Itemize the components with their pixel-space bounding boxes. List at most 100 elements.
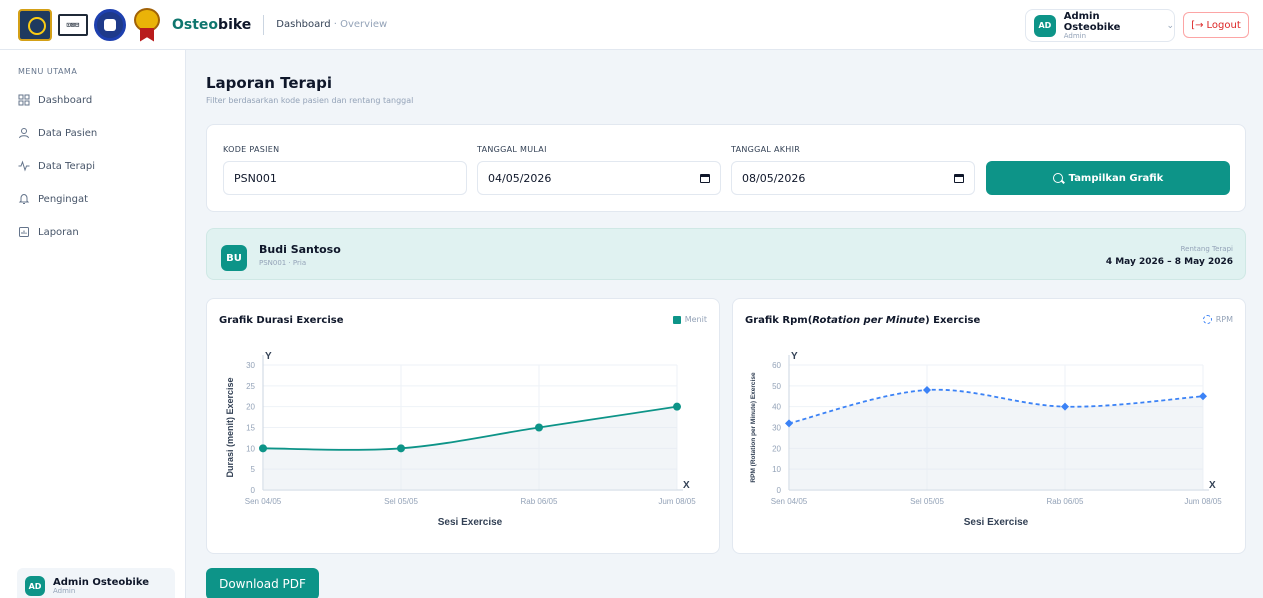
brand-name[interactable]: Osteobike <box>172 17 251 33</box>
calendar-icon[interactable] <box>700 174 710 183</box>
start-date-value: 04/05/2026 <box>488 171 552 185</box>
logout-label: Logout <box>1206 19 1241 31</box>
user-role: Admin <box>1063 31 1087 40</box>
sidebar-item-label: Dashboard <box>38 94 93 106</box>
chevron-down-icon: ⌄ <box>1166 20 1174 31</box>
user-role: Admin <box>53 586 76 595</box>
logout-button[interactable]: [→ Logout <box>1183 12 1249 38</box>
y-tick-label: 10 <box>772 465 781 474</box>
x-axis-title: Sesi Exercise <box>438 517 503 528</box>
y-tick-label: 0 <box>251 486 256 495</box>
y-tick-label: 30 <box>246 361 255 370</box>
y-tick-label: 30 <box>772 424 781 433</box>
avatar: AD <box>25 576 45 596</box>
sidebar: MENU UTAMA Dashboard Data Pasien Data Te… <box>0 50 186 598</box>
y-axis-letter: Y <box>265 351 272 362</box>
osteobike-logo <box>18 8 52 41</box>
rpm-line-chart: 0 10 20 30 40 50 60 Sen 04/05 Sel 05/05 Rab 06/05… <box>750 351 1222 528</box>
x-tick-label: Sel 05/05 <box>384 497 418 506</box>
filter-card: KODE PASIEN PSN001 TANGGAL MULAI 04/05/2… <box>206 124 1246 212</box>
sidebar-item-dashboard[interactable]: Dashboard <box>18 92 92 108</box>
x-tick-label: Sen 04/05 <box>771 497 808 506</box>
start-date-label: TANGGAL MULAI <box>477 145 547 154</box>
y-tick-label: 20 <box>246 403 255 412</box>
brand-bike: bike <box>218 16 252 33</box>
data-point <box>259 444 267 453</box>
breadcrumb: Dashboard · Overview <box>276 19 387 30</box>
header-divider <box>263 14 265 35</box>
therapy-range-value: 4 May 2026 – 8 May 2026 <box>1105 257 1233 267</box>
x-tick-label: Rab 06/05 <box>521 497 558 506</box>
user-icon <box>18 127 30 139</box>
x-axis-letter: X <box>683 480 690 491</box>
top-header: ⊡⊠⊟ Osteobike Dashboard · Overview AD Ad… <box>0 0 1263 50</box>
end-date-label: TANGGAL AKHIR <box>731 145 801 154</box>
x-tick-label: Sel 05/05 <box>910 497 944 506</box>
medal-logo <box>132 7 162 42</box>
y-axis-letter: Y <box>791 351 798 362</box>
sidebar-item-label: Data Pasien <box>38 127 98 139</box>
sidebar-item-data-pasien[interactable]: Data Pasien <box>18 125 97 141</box>
user-menu[interactable]: AD Admin Osteobike Admin ⌄ <box>1025 9 1175 42</box>
y-tick-label: 20 <box>772 444 781 453</box>
x-axis-title: Sesi Exercise <box>964 517 1029 528</box>
user-name: Admin Osteobike <box>1063 10 1121 33</box>
x-tick-label: Jum 08/05 <box>1184 497 1222 506</box>
sidebar-item-pengingat[interactable]: Pengingat <box>18 191 88 207</box>
sidebar-item-data-terapi[interactable]: Data Terapi <box>18 158 95 174</box>
calendar-icon[interactable] <box>954 174 964 183</box>
patient-name: Budi Santoso <box>259 243 341 256</box>
y-axis-title: RPM (Rotation per Minute) Exercise <box>750 372 757 483</box>
y-tick-label: 10 <box>246 444 255 453</box>
show-chart-button[interactable]: Tampilkan Grafik <box>986 161 1230 195</box>
patient-avatar: BU <box>221 245 247 271</box>
activity-icon <box>18 160 30 172</box>
avatar: AD <box>1034 14 1056 37</box>
patient-code-input[interactable]: PSN001 <box>223 161 467 195</box>
x-tick-label: Jum 08/05 <box>658 497 696 506</box>
y-tick-label: 0 <box>777 486 782 495</box>
patient-meta: PSN001 · Pria <box>259 259 307 267</box>
y-tick-label: 40 <box>772 403 781 412</box>
logout-icon: [→ <box>1191 19 1204 31</box>
breadcrumb-main[interactable]: Dashboard <box>276 19 330 30</box>
page-subtitle: Filter berdasarkan kode pasien dan renta… <box>206 96 414 105</box>
menu-section-title: MENU UTAMA <box>18 67 78 76</box>
end-date-value: 08/05/2026 <box>742 171 806 185</box>
sidebar-user-card[interactable]: AD Admin Osteobike Admin <box>17 568 175 598</box>
y-tick-label: 50 <box>772 382 781 391</box>
sidebar-item-label: Data Terapi <box>38 160 95 172</box>
download-pdf-button[interactable]: Download PDF <box>206 568 319 598</box>
breadcrumb-sub: · Overview <box>333 19 388 30</box>
grid-icon <box>18 94 30 106</box>
report-icon <box>18 226 30 238</box>
page-title: Laporan Terapi <box>206 74 332 92</box>
y-tick-label: 5 <box>251 465 256 474</box>
patient-code-value: PSN001 <box>234 171 277 185</box>
patient-summary-card: BU Budi Santoso PSN001 · Pria Rentang Te… <box>206 228 1246 280</box>
x-tick-label: Sen 04/05 <box>245 497 282 506</box>
y-tick-label: 60 <box>772 361 781 370</box>
y-tick-label: 25 <box>246 382 255 391</box>
duration-line-chart: 0 5 10 15 20 25 30 Sen 04/05 Sel 05/05 Rab 06/05 J… <box>225 351 696 528</box>
partner-logo-icon: ⊡⊠⊟ <box>58 13 88 36</box>
start-date-input[interactable]: 04/05/2026 <box>477 161 721 195</box>
data-point <box>397 444 405 453</box>
end-date-input[interactable]: 08/05/2026 <box>731 161 975 195</box>
sidebar-item-laporan[interactable]: Laporan <box>18 224 79 240</box>
y-tick-label: 15 <box>246 424 255 433</box>
data-point <box>535 423 543 432</box>
y-axis-title: Durasi (menit) Exercise <box>225 377 235 477</box>
brand-osteo: Osteo <box>172 16 219 33</box>
patient-code-label: KODE PASIEN <box>223 145 280 154</box>
duration-chart-card: Grafik Durasi Exercise Menit 0 5 10 15 20 25 3… <box>206 298 720 554</box>
therapy-range-label: Rentang Terapi <box>1180 245 1233 253</box>
user-name: Admin Osteobike <box>53 576 149 588</box>
bell-icon <box>18 193 30 205</box>
rpm-chart-card: Grafik Rpm(Rotation per Minute) Exercise… <box>732 298 1246 554</box>
x-tick-label: Rab 06/05 <box>1047 497 1084 506</box>
show-chart-label: Tampilkan Grafik <box>1068 172 1164 184</box>
sidebar-item-label: Laporan <box>38 226 79 238</box>
data-point <box>673 402 681 411</box>
logo-group: ⊡⊠⊟ <box>18 7 162 42</box>
